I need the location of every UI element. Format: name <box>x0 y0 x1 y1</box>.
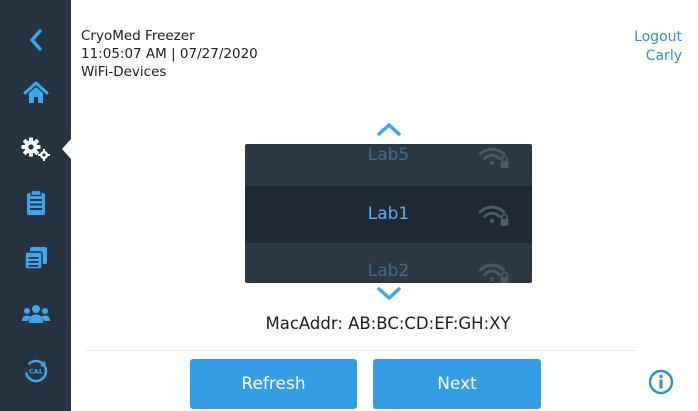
network-item-selected[interactable]: Lab1 <box>245 186 532 243</box>
header-info: CryoMed Freezer 11:05:07 AM | 07/27/2020… <box>81 27 258 81</box>
back-button[interactable] <box>0 15 71 65</box>
svg-text:CAL: CAL <box>29 368 43 376</box>
settings-gears-icon <box>21 137 50 161</box>
divider <box>86 350 636 351</box>
back-chevron-icon <box>29 29 42 51</box>
next-button[interactable]: Next <box>373 359 541 409</box>
users-button[interactable] <box>0 289 71 339</box>
refresh-button[interactable]: Refresh <box>190 359 357 409</box>
logout-link[interactable]: Logout <box>634 28 682 47</box>
active-indicator <box>62 139 71 159</box>
user-panel: Logout Carly <box>634 28 682 66</box>
network-item[interactable]: Lab5 <box>245 144 532 184</box>
log-button[interactable] <box>0 178 71 228</box>
screen-title: WiFi-Devices <box>81 64 167 80</box>
home-button[interactable] <box>0 68 71 118</box>
mac-address: MacAddr: AB:BC:CD:EF:GH:XY <box>265 314 511 333</box>
scroll-up-arrow-icon[interactable] <box>376 121 402 137</box>
calendar-list-icon <box>24 247 47 269</box>
wifi-locked-icon <box>478 205 509 226</box>
users-group-icon <box>21 305 50 323</box>
schedule-button[interactable] <box>0 233 71 283</box>
sidebar: CAL <box>0 0 71 411</box>
username-link[interactable]: Carly <box>634 47 682 66</box>
date-time: 11:05:07 AM | 07/27/2020 <box>81 46 258 62</box>
info-icon[interactable] <box>648 369 674 395</box>
device-name: CryoMed Freezer <box>81 28 195 44</box>
wifi-network-picker[interactable]: Lab5 Lab1 Lab2 <box>245 144 532 283</box>
network-item[interactable]: Lab2 <box>245 243 532 283</box>
settings-button[interactable] <box>0 124 71 174</box>
wifi-locked-icon <box>478 263 509 283</box>
clipboard-icon <box>26 190 45 215</box>
scroll-down-arrow-icon[interactable] <box>376 286 402 302</box>
calibration-icon: CAL <box>24 359 47 383</box>
wifi-locked-icon <box>478 147 509 168</box>
calibration-button[interactable]: CAL <box>0 346 71 396</box>
home-icon <box>23 81 48 103</box>
